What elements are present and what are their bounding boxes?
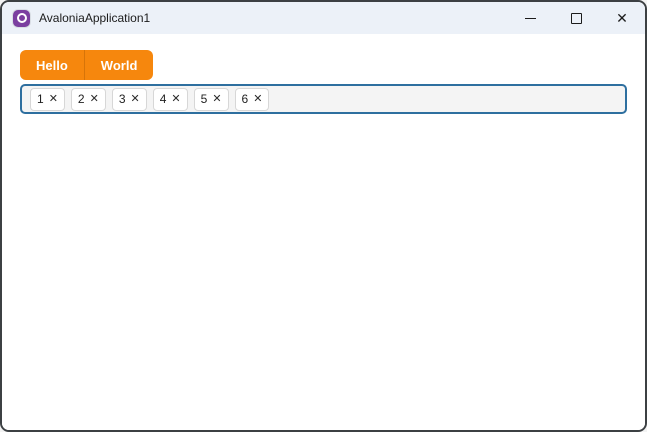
- close-icon: ✕: [616, 10, 628, 26]
- app-window: AvaloniaApplication1 ✕ Hello World 1 ✕ 2: [0, 0, 647, 432]
- chip: 2 ✕: [70, 87, 106, 111]
- chip: 1 ✕: [30, 87, 65, 111]
- tab-world[interactable]: World: [83, 50, 154, 80]
- chip-remove-icon[interactable]: ✕: [253, 93, 262, 105]
- chips-input-box[interactable]: 1 ✕ 2 ✕ 3 ✕ 4 ✕ 5 ✕ 6 ✕: [20, 84, 627, 114]
- chip: 3 ✕: [111, 87, 147, 111]
- window-title: AvaloniaApplication1: [39, 11, 151, 25]
- chip-label: 2: [77, 92, 85, 106]
- chip-remove-icon[interactable]: ✕: [131, 93, 140, 105]
- minimize-icon: [524, 17, 536, 19]
- chip-remove-icon[interactable]: ✕: [90, 93, 99, 105]
- chip: 5 ✕: [193, 87, 229, 111]
- chip-remove-icon[interactable]: ✕: [171, 93, 180, 105]
- chip-remove-icon[interactable]: ✕: [49, 93, 58, 105]
- chip-label: 6: [241, 92, 249, 106]
- chip-label: 1: [37, 92, 44, 106]
- caption-buttons: ✕: [507, 2, 645, 34]
- maximize-icon: [570, 12, 582, 24]
- window-content: Hello World 1 ✕ 2 ✕ 3 ✕ 4 ✕ 5 ✕ 6 ✕: [2, 34, 645, 430]
- chip-label: 3: [118, 92, 126, 106]
- minimize-button[interactable]: [507, 2, 553, 34]
- tab-hello[interactable]: Hello: [20, 50, 84, 80]
- chip: 6 ✕: [234, 87, 270, 111]
- avalonia-logo-icon: [13, 9, 30, 27]
- titlebar[interactable]: AvaloniaApplication1 ✕: [2, 2, 645, 34]
- close-button[interactable]: ✕: [599, 2, 645, 34]
- maximize-button[interactable]: [553, 2, 599, 34]
- chip: 4 ✕: [152, 87, 188, 111]
- chip-remove-icon[interactable]: ✕: [212, 93, 221, 105]
- chip-label: 4: [159, 92, 167, 106]
- tabstrip: Hello World: [20, 50, 154, 80]
- chip-label: 5: [200, 92, 208, 106]
